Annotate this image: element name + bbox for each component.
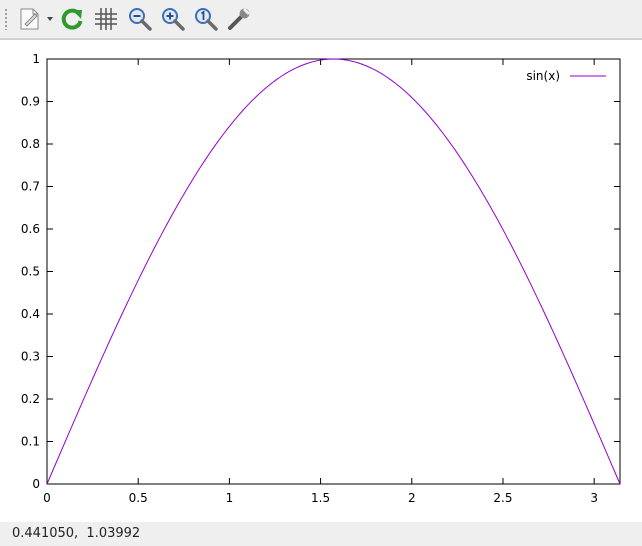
data-point bbox=[333, 58, 334, 59]
series-line-sin bbox=[46, 58, 621, 485]
cursor-coordinates: 0.441050, 1.03992 bbox=[12, 526, 141, 541]
x-tick-label: 0 bbox=[43, 491, 51, 505]
zoom-reset-icon bbox=[195, 8, 218, 31]
export-button[interactable] bbox=[14, 5, 56, 33]
zoom-in-icon bbox=[162, 8, 185, 31]
x-tick-label: 3 bbox=[590, 491, 598, 505]
data-point bbox=[619, 483, 620, 484]
data-point bbox=[247, 105, 248, 106]
data-point bbox=[161, 234, 162, 235]
settings-wrench-icon bbox=[228, 7, 251, 30]
zoom-out-icon bbox=[129, 8, 152, 31]
data-point bbox=[190, 183, 191, 184]
data-point bbox=[132, 290, 133, 291]
y-tick-label: 0.8 bbox=[21, 137, 40, 151]
x-tick-label: 2.5 bbox=[493, 491, 512, 505]
data-point bbox=[533, 290, 534, 291]
data-point bbox=[304, 64, 305, 65]
replot-button[interactable] bbox=[58, 5, 86, 33]
y-tick-label: 0.1 bbox=[21, 435, 40, 449]
data-point bbox=[46, 483, 47, 484]
replot-icon bbox=[61, 8, 83, 30]
data-point bbox=[104, 352, 105, 353]
status-bar: 0.441050, 1.03992 bbox=[0, 522, 642, 546]
toolbar bbox=[0, 0, 642, 39]
x-tick-label: 0.5 bbox=[129, 491, 148, 505]
export-icon bbox=[20, 8, 53, 30]
y-tick-label: 0.9 bbox=[21, 95, 40, 109]
legend-label: sin(x) bbox=[526, 69, 560, 83]
data-point bbox=[562, 352, 563, 353]
data-point bbox=[390, 79, 391, 80]
y-tick-label: 1 bbox=[32, 52, 40, 66]
zoom-in-button[interactable] bbox=[159, 5, 187, 33]
grid-icon bbox=[95, 8, 117, 30]
data-point bbox=[591, 417, 592, 418]
zoom-reset-button[interactable] bbox=[192, 5, 220, 33]
data-point bbox=[362, 64, 363, 65]
plot-border bbox=[46, 58, 621, 485]
data-point bbox=[276, 79, 277, 80]
data-point bbox=[75, 417, 76, 418]
data-point bbox=[419, 105, 420, 106]
x-tick-label: 1.5 bbox=[311, 491, 330, 505]
zoom-out-button[interactable] bbox=[126, 5, 154, 33]
data-point bbox=[447, 140, 448, 141]
x-tick-label: 2 bbox=[408, 491, 416, 505]
toolbar-grip[interactable] bbox=[4, 8, 8, 30]
y-tick-label: 0.7 bbox=[21, 180, 40, 194]
grid-button[interactable] bbox=[92, 5, 120, 33]
data-point bbox=[218, 140, 219, 141]
y-tick-label: 0.4 bbox=[21, 307, 40, 321]
plot-area[interactable]: 0 0.1 0.2 0.3 0.4 0.5 0.6 0.7 0.8 0.9 1 0 0.5 1 1.5 2 2.… bbox=[0, 39, 642, 523]
data-point bbox=[505, 234, 506, 235]
settings-button[interactable] bbox=[225, 5, 253, 33]
y-tick-label: 0.5 bbox=[21, 265, 40, 279]
x-tick-label: 1 bbox=[226, 491, 234, 505]
data-point bbox=[476, 183, 477, 184]
y-tick-label: 0 bbox=[32, 477, 40, 491]
sin-chart[interactable]: 0 0.1 0.2 0.3 0.4 0.5 0.6 0.7 0.8 0.9 1 0 0.5 1 1.5 2 2.… bbox=[0, 40, 642, 522]
y-tick-label: 0.2 bbox=[21, 392, 40, 406]
y-tick-label: 0.6 bbox=[21, 222, 40, 236]
y-tick-label: 0.3 bbox=[21, 350, 40, 364]
